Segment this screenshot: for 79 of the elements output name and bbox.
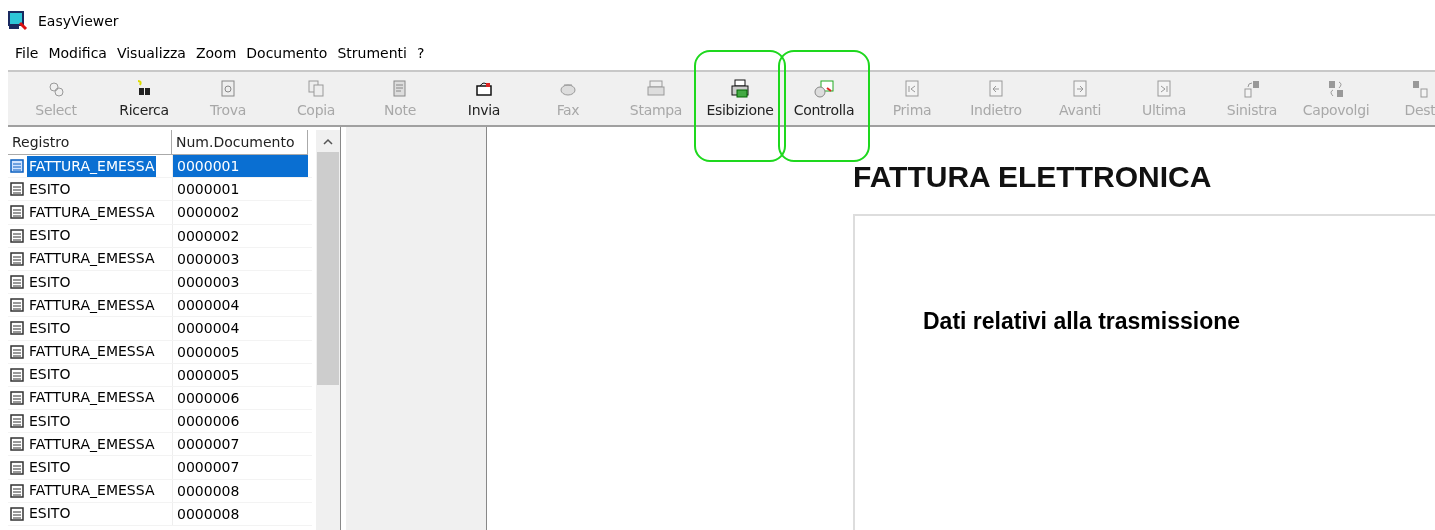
scrollbar-thumb[interactable] xyxy=(317,152,340,385)
column-header[interactable]: Num.Documento xyxy=(172,130,308,155)
list-cell[interactable]: ESITO xyxy=(27,503,73,525)
document-icon xyxy=(10,321,24,336)
toolbar-icon xyxy=(306,79,326,99)
toolbar-button[interactable]: Ricerca xyxy=(102,72,186,125)
toolbar-icon xyxy=(902,79,922,99)
list-cell[interactable]: FATTURA_EMESSA xyxy=(27,248,157,270)
list-cell[interactable]: FATTURA_EMESSA xyxy=(27,433,157,455)
menu-item[interactable]: Documento xyxy=(241,45,333,61)
toolbar-icon xyxy=(1326,79,1346,99)
menu-item[interactable]: Modifica xyxy=(43,45,112,61)
window-title: EasyViewer xyxy=(38,13,119,29)
toolbar-icon xyxy=(730,79,750,99)
list-cell[interactable]: 0000004 xyxy=(172,317,308,340)
list-cell[interactable]: 0000005 xyxy=(172,363,308,386)
list-cell[interactable]: 0000007 xyxy=(172,433,308,456)
toolbar-icon xyxy=(646,79,666,99)
list-cell[interactable]: ESITO xyxy=(27,457,73,479)
list-cell[interactable]: 0000008 xyxy=(172,502,308,525)
list-cell[interactable]: ESITO xyxy=(27,364,73,386)
document-icon xyxy=(10,367,24,382)
toolbar-button[interactable]: Esibizione xyxy=(698,72,782,125)
toolbar-icon xyxy=(1242,79,1262,99)
list-cell[interactable]: 0000003 xyxy=(172,270,308,294)
list-cell[interactable]: 0000008 xyxy=(172,479,308,502)
list-cell[interactable]: 0000006 xyxy=(172,386,308,410)
document-icon xyxy=(10,483,24,498)
list-cell[interactable]: ESITO xyxy=(27,178,73,200)
list-cell[interactable]: 0000002 xyxy=(172,224,308,247)
toolbar-icon xyxy=(218,79,238,99)
toolbar-button[interactable]: Controlla xyxy=(782,72,866,125)
list-cell[interactable]: FATTURA_EMESSA xyxy=(27,294,157,316)
toolbar-icon xyxy=(1070,79,1090,99)
section-heading: Dati relativi alla trasmissione xyxy=(923,308,1242,335)
document-icon xyxy=(10,437,24,452)
list-cell[interactable]: FATTURA_EMESSA xyxy=(27,201,157,223)
document-icon xyxy=(10,251,24,266)
list-cell[interactable]: 0000002 xyxy=(172,201,308,224)
list-cell[interactable]: ESITO xyxy=(27,410,73,432)
document-icon xyxy=(10,182,24,197)
list-cell[interactable]: 0000006 xyxy=(172,410,308,433)
toolbar-icon xyxy=(814,79,834,99)
document-icon xyxy=(10,159,24,174)
toolbar-icon xyxy=(1154,79,1174,99)
list-cell[interactable]: 0000004 xyxy=(172,294,308,317)
document-icon xyxy=(10,275,24,290)
menu-item[interactable]: Visualizza xyxy=(111,45,191,61)
app-icon xyxy=(8,11,28,31)
document-icon xyxy=(10,205,24,220)
toolbar-icon xyxy=(986,79,1006,99)
document-icon xyxy=(10,414,24,429)
toolbar-icon xyxy=(46,79,66,99)
menu-item[interactable]: ? xyxy=(411,45,430,61)
document-icon xyxy=(10,506,24,521)
list-cell[interactable]: ESITO xyxy=(27,317,73,339)
document-icon xyxy=(10,460,24,475)
toolbar-button[interactable]: Invia xyxy=(442,72,526,125)
document-icon xyxy=(10,390,24,405)
menu-item[interactable]: File xyxy=(10,45,44,61)
list-cell[interactable]: FATTURA_EMESSA xyxy=(27,341,157,363)
document-icon xyxy=(10,228,24,243)
toolbar-icon xyxy=(1410,79,1430,99)
document-icon xyxy=(10,298,24,313)
list-cell[interactable]: FATTURA_EMESSA xyxy=(27,480,157,502)
list-cell[interactable]: ESITO xyxy=(27,225,73,247)
list-cell[interactable]: ESITO xyxy=(27,271,73,293)
menu-item[interactable]: Strumenti xyxy=(332,45,412,61)
list-cell[interactable]: 0000005 xyxy=(172,340,308,363)
list-cell[interactable]: 0000007 xyxy=(172,456,308,479)
list-cell[interactable]: 0000001 xyxy=(172,155,308,178)
list-cell[interactable]: 0000001 xyxy=(172,178,308,201)
list-cell[interactable]: 0000003 xyxy=(172,247,308,270)
document-icon xyxy=(10,344,24,359)
list-cell[interactable]: FATTURA_EMESSA xyxy=(27,387,157,409)
document-title: FATTURA ELETTRONICA xyxy=(853,160,1213,194)
column-header[interactable]: Registro xyxy=(8,130,172,155)
menu-item[interactable]: Zoom xyxy=(190,45,242,61)
list-cell[interactable]: FATTURA_EMESSA xyxy=(27,155,157,177)
